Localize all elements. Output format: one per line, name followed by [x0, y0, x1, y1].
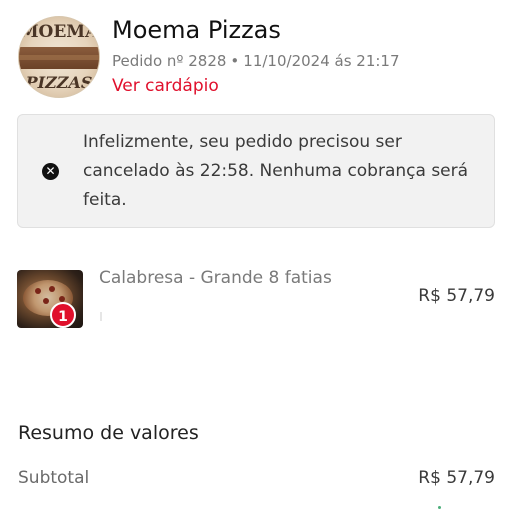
- order-number: Pedido nº 2828: [112, 52, 227, 70]
- alert-message: Infelizmente, seu pedido precisou ser ca…: [83, 132, 469, 210]
- order-datetime: 11/10/2024 ás 21:17: [243, 52, 400, 70]
- logo-text-top: MOEMA: [19, 22, 99, 42]
- meta-separator: •: [230, 52, 240, 70]
- logo-text-bottom: PIZZAS: [25, 73, 93, 92]
- pizza-topping: [43, 298, 49, 304]
- scroll-indicator-dot: [438, 506, 441, 509]
- store-logo[interactable]: MOEMA PIZZAS: [18, 16, 100, 98]
- close-circle-icon: ✕: [42, 163, 59, 180]
- store-name: Moema Pizzas: [112, 16, 281, 44]
- logo-band-accent: [19, 55, 99, 60]
- item-detail-mark: [100, 312, 102, 321]
- order-meta: Pedido nº 2828 • 11/10/2024 ás 21:17: [112, 52, 400, 70]
- store-header: MOEMA PIZZAS Moema Pizzas Pedido nº 2828…: [18, 12, 498, 100]
- order-item[interactable]: 1 Calabresa - Grande 8 fatias R$ 57,79: [17, 266, 495, 330]
- summary-title: Resumo de valores: [18, 422, 199, 444]
- view-menu-link[interactable]: Ver cardápio: [112, 76, 219, 96]
- item-price: R$ 57,79: [418, 286, 495, 306]
- item-name: Calabresa - Grande 8 fatias: [99, 268, 332, 288]
- pizza-topping: [49, 286, 55, 292]
- quantity-badge: 1: [50, 302, 76, 328]
- subtotal-value: R$ 57,79: [418, 468, 495, 488]
- pizza-topping: [35, 288, 41, 294]
- subtotal-label: Subtotal: [18, 468, 90, 488]
- cancellation-alert: ✕ Infelizmente, seu pedido precisou ser …: [17, 114, 495, 228]
